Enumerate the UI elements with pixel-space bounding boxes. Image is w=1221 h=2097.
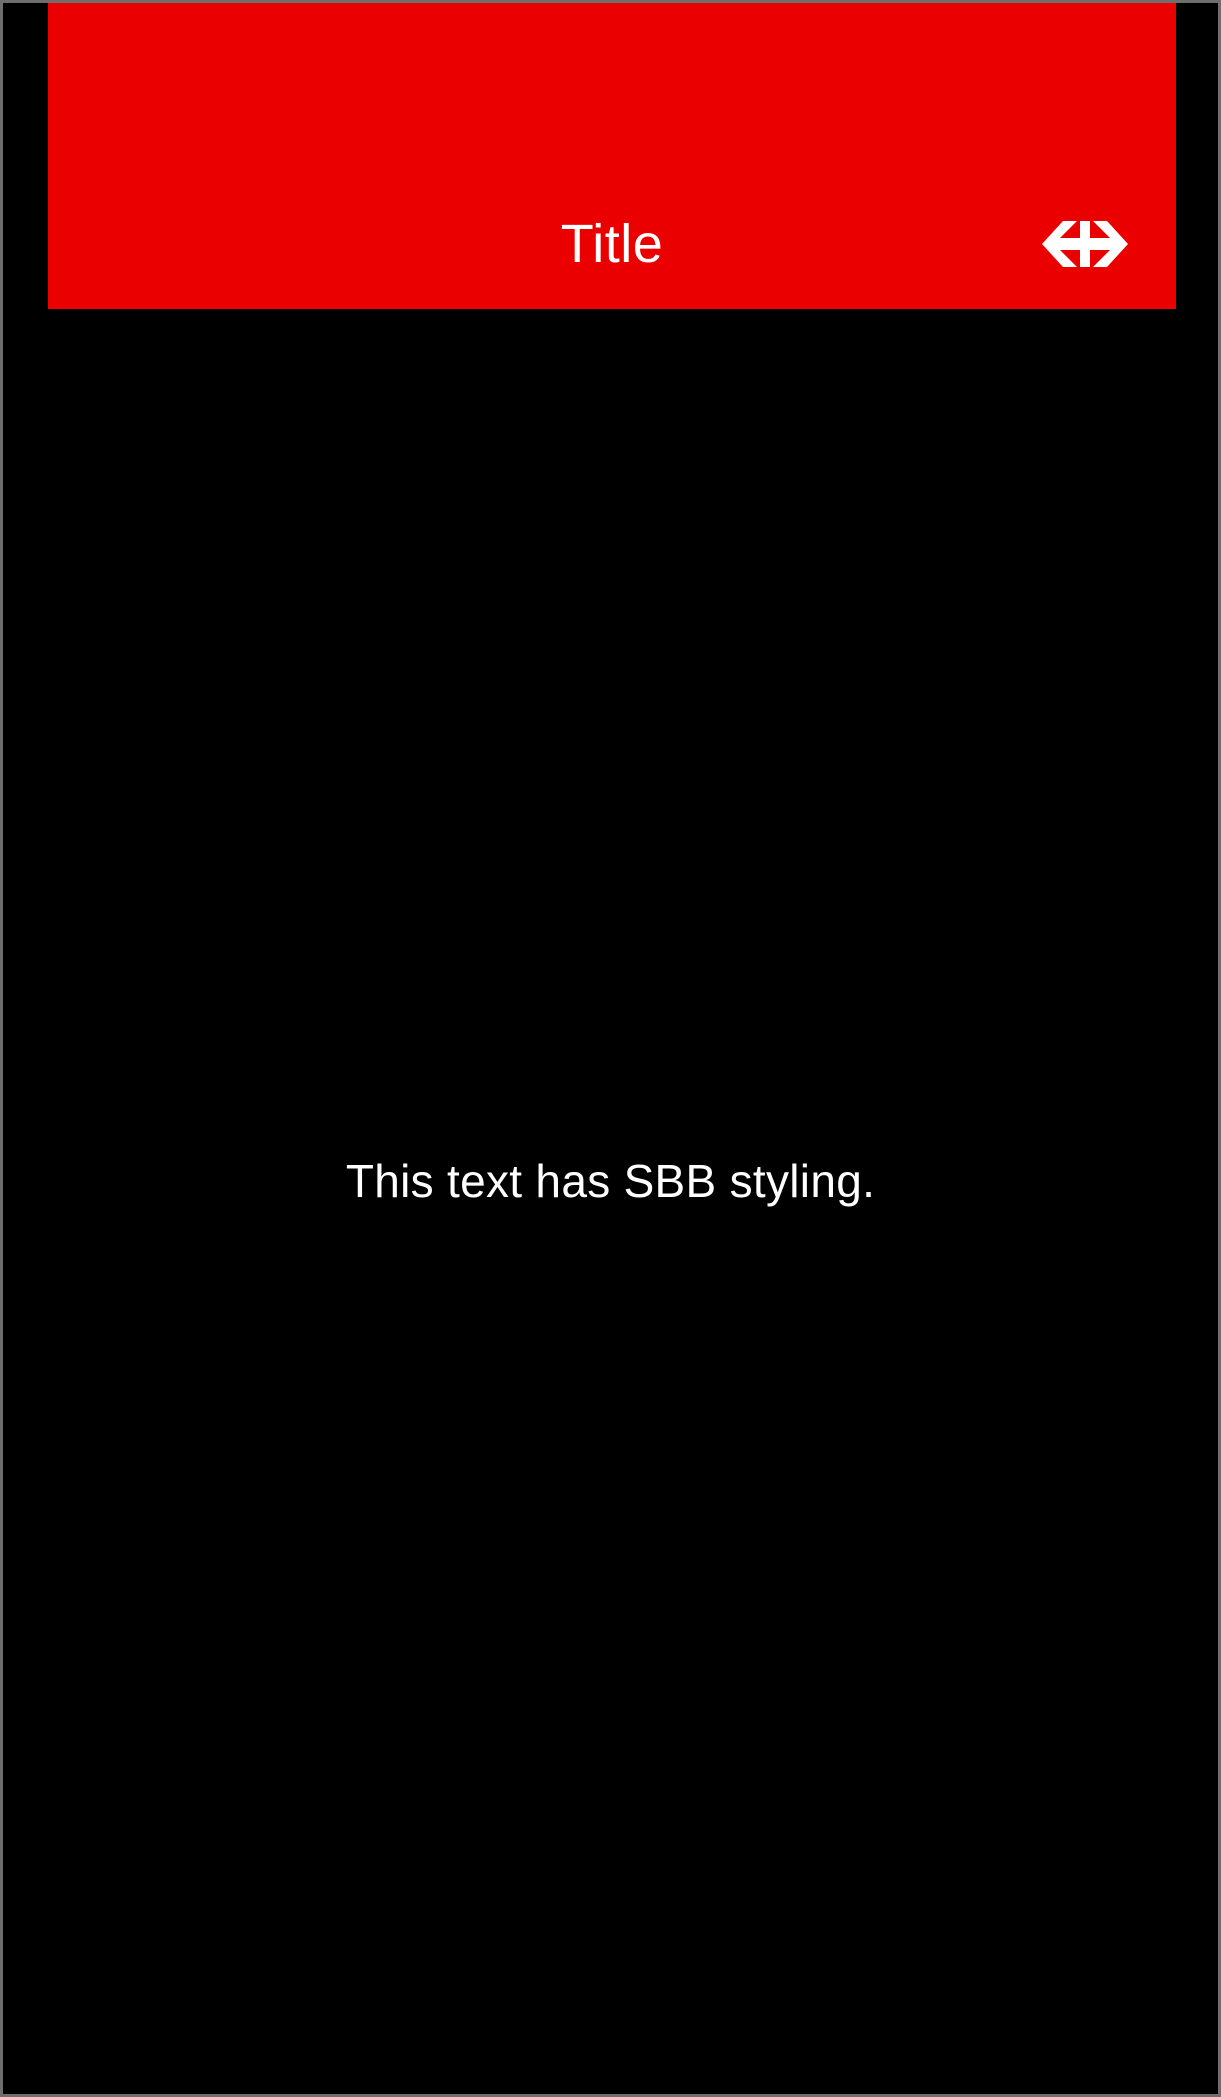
app-bar: Title [48,3,1176,309]
body-text: This text has SBB styling. [345,1155,876,1207]
app-bar-title: Title [560,214,664,274]
screen: Title This text has SBB styling. [0,0,1221,2097]
sbb-logo-icon [1042,221,1128,267]
